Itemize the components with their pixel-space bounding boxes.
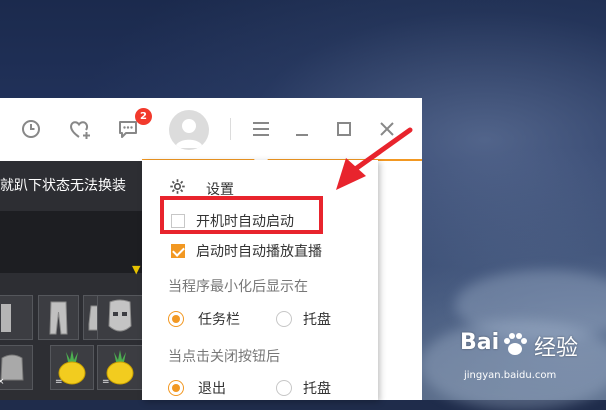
panel-band [0,211,142,273]
menu-icon [253,122,269,136]
panel-title: 就趴下状态无法换装 [0,178,126,194]
radio-tray-label: 托盘 [303,312,331,328]
equipment-slot-mask[interactable] [97,295,143,340]
chevron-down-icon[interactable]: ▼ [132,263,140,276]
annotation-arrow [336,127,413,190]
autoplay-option[interactable]: 启动时自动播放直播 [168,240,368,262]
watermark-brand: Bai [460,330,500,355]
pants-icon [49,301,68,335]
equals-tag: = [102,377,110,387]
heart-add-icon [70,121,90,139]
x-tag: × [0,377,5,387]
mask-icon [108,299,132,332]
radio-taskbar-label: 任务栏 [198,312,240,328]
clock-icon [22,120,40,138]
equipment-slot-backpack[interactable]: × [0,345,33,390]
radio-exit-label: 退出 [198,381,226,397]
checkmark-icon [172,244,185,257]
radio-exit[interactable] [168,380,184,396]
minimize-option-taskbar[interactable]: 任务栏 [168,308,258,330]
radio-close-tray-label: 托盘 [303,381,331,397]
shirt-icon [1,304,11,332]
watermark-suffix: 经验 [534,336,579,361]
menu-button[interactable] [244,112,278,146]
backpack-icon [0,354,24,381]
equipment-slot-helmet-a[interactable]: = [50,345,94,390]
radio-tray[interactable] [276,311,292,327]
minimize-section-heading: 当程序最小化后显示在 [168,279,308,295]
user-icon [175,119,203,148]
favorites-button[interactable] [63,112,97,146]
game-panel: 就趴下状态无法换装 ▼ × = = [0,161,143,400]
close-section-heading: 当点击关闭按钮后 [168,349,280,365]
avatar[interactable] [169,110,209,150]
autoplay-label: 启动时自动播放直播 [196,244,322,260]
close-option-tray[interactable]: 托盘 [276,377,366,399]
annotation-highlight-box [160,196,323,234]
radio-close-tray[interactable] [276,380,292,396]
minimize-button[interactable] [285,112,319,146]
radio-dot [172,384,180,392]
titlebar-divider [230,118,231,140]
radio-taskbar[interactable] [168,311,184,327]
autoplay-checkbox[interactable] [171,244,185,258]
paw-icon [504,333,527,355]
history-button[interactable] [14,112,48,146]
watermark-url: jingyan.baidu.com [464,370,557,381]
radio-dot [172,315,180,323]
equipment-slot-helmet-b[interactable]: = [97,345,143,390]
close-option-exit[interactable]: 退出 [168,377,258,399]
equals-tag: = [55,377,63,387]
gear-icon [170,179,185,194]
minimize-icon [296,134,308,136]
equipment-slot-shirt[interactable] [0,295,33,340]
equipment-slot-pants[interactable] [38,295,79,340]
minimize-option-tray[interactable]: 托盘 [276,308,366,330]
message-badge: 2 [135,108,152,125]
